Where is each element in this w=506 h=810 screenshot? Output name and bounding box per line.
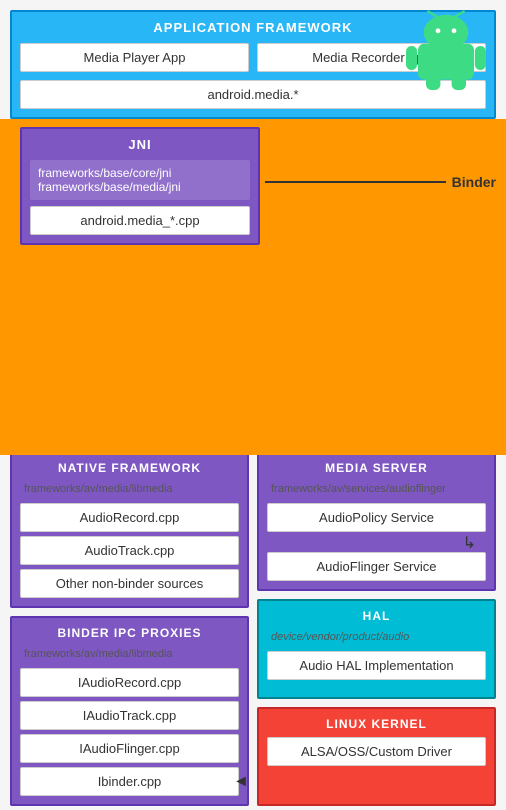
- media-server-path: frameworks/av/services/audioflinger: [267, 481, 486, 497]
- linux-kernel-section: LINUX KERNEL ALSA/OSS/Custom Driver: [257, 707, 496, 807]
- media-server-item-1: AudioFlinger Service: [267, 552, 486, 581]
- binder-ipc-section: BINDER IPC PROXIES frameworks/av/media/l…: [10, 616, 249, 806]
- jni-file: android.media_*.cpp: [30, 206, 250, 235]
- orange-section: JNI frameworks/base/core/jni frameworks/…: [0, 119, 506, 455]
- native-item-1: AudioTrack.cpp: [20, 536, 239, 565]
- binder-ipc-item-1: IAudioTrack.cpp: [20, 701, 239, 730]
- service-arrows: ↳: [267, 536, 486, 552]
- hal-item-0: Audio HAL Implementation: [267, 651, 486, 680]
- binder-ipc-title: BINDER IPC PROXIES: [20, 626, 239, 640]
- jni-section: JNI frameworks/base/core/jni frameworks/…: [20, 127, 260, 245]
- main-wrapper: APPLICATION FRAMEWORK Media Player App M…: [0, 10, 506, 810]
- linux-kernel-item-0: ALSA/OSS/Custom Driver: [267, 737, 486, 766]
- linux-kernel-title: LINUX KERNEL: [267, 717, 486, 731]
- jni-path2: frameworks/base/media/jni: [38, 180, 242, 194]
- native-item-2: Other non-binder sources: [20, 569, 239, 598]
- binder-label: Binder: [452, 174, 496, 190]
- media-server-title: MEDIA SERVER: [267, 461, 486, 475]
- binder-line: [265, 181, 446, 183]
- hal-title: HAL: [267, 609, 486, 623]
- hal-section: HAL device/vendor/product/audio Audio HA…: [257, 599, 496, 699]
- binder-ipc-path: frameworks/av/media/libmedia: [20, 646, 239, 662]
- media-server-section: MEDIA SERVER frameworks/av/services/audi…: [257, 451, 496, 591]
- ibinder-arrow: ◄: [233, 773, 249, 791]
- native-framework-title: NATIVE FRAMEWORK: [20, 461, 239, 475]
- media-server-item-0: AudioPolicy Service: [267, 503, 486, 532]
- binder-ipc-item-2: IAudioFlinger.cpp: [20, 734, 239, 763]
- binder-ipc-item-0: IAudioRecord.cpp: [20, 668, 239, 697]
- right-column: MEDIA SERVER frameworks/av/services/audi…: [253, 451, 506, 810]
- native-framework-section: NATIVE FRAMEWORK frameworks/av/media/lib…: [10, 451, 249, 608]
- native-item-0: AudioRecord.cpp: [20, 503, 239, 532]
- jni-title: JNI: [30, 137, 250, 152]
- hal-path: device/vendor/product/audio: [267, 629, 486, 645]
- left-column: NATIVE FRAMEWORK frameworks/av/media/lib…: [0, 451, 253, 810]
- media-player-box: Media Player App: [20, 43, 249, 72]
- binder-area: Binder: [265, 174, 496, 190]
- native-framework-path: frameworks/av/media/libmedia: [20, 481, 239, 497]
- jni-path1: frameworks/base/core/jni: [38, 166, 242, 180]
- lower-sections: NATIVE FRAMEWORK frameworks/av/media/lib…: [0, 451, 506, 810]
- binder-ipc-item-3: Ibinder.cpp: [20, 767, 239, 796]
- android-logo: [406, 10, 486, 90]
